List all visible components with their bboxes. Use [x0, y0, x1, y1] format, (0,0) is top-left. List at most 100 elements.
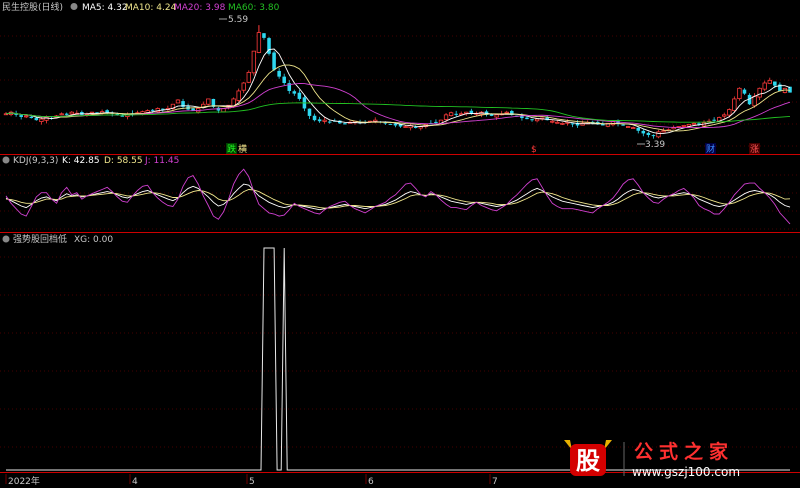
- low-price-annotation: 3.39: [645, 140, 665, 150]
- candle-body: [24, 115, 29, 118]
- candle-body: [388, 123, 393, 125]
- candle-body: [762, 82, 767, 90]
- candle-body: [69, 111, 74, 115]
- marker-flat: 横: [238, 143, 247, 155]
- candle-body: [712, 119, 716, 121]
- candle-body: [727, 109, 732, 116]
- kdj-settings-icon[interactable]: [2, 156, 10, 164]
- candle-body: [251, 50, 257, 74]
- candle-body: [625, 126, 631, 128]
- price-panel-title: 民生控股(日线): [2, 1, 63, 13]
- candle-body: [621, 124, 625, 126]
- x-tick-7: 7: [492, 477, 498, 487]
- candle-body: [494, 114, 499, 118]
- candle-body: [59, 113, 64, 116]
- candle-body: [661, 130, 666, 133]
- candle-body: [34, 117, 39, 121]
- candle-body: [530, 119, 534, 121]
- candle-body: [651, 135, 656, 137]
- candle-body: [434, 121, 438, 123]
- candle-body: [555, 121, 560, 124]
- candle-body: [691, 122, 697, 125]
- candle-body: [737, 87, 742, 100]
- candle-body: [297, 92, 302, 99]
- candle-body: [403, 126, 408, 128]
- marker-rise: 涨: [750, 144, 759, 155]
- candle-body: [241, 82, 246, 91]
- candle-body: [44, 116, 49, 121]
- x-tick-2022: 2022年: [8, 475, 40, 487]
- candle-body: [489, 114, 494, 116]
- ma60-label: MA60: 3.80: [228, 3, 280, 13]
- candle-body: [504, 111, 509, 114]
- candle-body: [19, 115, 23, 117]
- candle-body: [393, 123, 398, 126]
- candle-body: [454, 113, 458, 115]
- candle-body: [256, 32, 262, 53]
- marker-dollar: $: [531, 145, 537, 155]
- kdj-j-label: J: 11.45: [144, 156, 179, 166]
- watermark-url: www.gszj100.com: [632, 465, 740, 479]
- candle-body: [150, 109, 155, 111]
- candle-body: [773, 81, 777, 86]
- candle-body: [322, 119, 327, 122]
- candle-body: [262, 33, 266, 38]
- stock-chart: 民生控股(日线) MA5: 4.32 MA10: 4.24 MA20: 3.98…: [0, 0, 800, 488]
- candle-body: [120, 115, 125, 117]
- x-tick-6: 6: [368, 477, 374, 487]
- kdj-k-label: K: 42.85: [62, 156, 100, 166]
- kdj-title: KDJ(9,3,3): [13, 156, 58, 166]
- ma5-label: MA5: 4.32: [82, 3, 128, 13]
- candle-body: [413, 126, 418, 128]
- price-settings-icon[interactable]: [70, 3, 78, 10]
- candle-body: [443, 114, 449, 120]
- candle-body: [282, 76, 286, 83]
- candle-body: [550, 120, 555, 123]
- candle-body: [681, 125, 686, 127]
- candle-body: [732, 98, 737, 111]
- marker-fall: 跌: [227, 144, 236, 155]
- candle-body: [448, 112, 454, 116]
- xg-settings-icon[interactable]: [2, 235, 10, 243]
- candle-body: [312, 115, 317, 121]
- ma10-label: MA10: 4.24: [125, 3, 177, 13]
- candle-body: [646, 132, 651, 136]
- ma20-label: MA20: 3.98: [174, 3, 226, 13]
- candle-body: [570, 123, 575, 125]
- candle-body: [636, 127, 641, 131]
- candle-body: [39, 118, 44, 122]
- candle-body: [292, 91, 297, 94]
- candle-body: [752, 95, 757, 107]
- candle-body: [560, 122, 565, 125]
- candle-body: [641, 130, 646, 134]
- candle-body: [206, 98, 211, 105]
- candle-body: [757, 87, 762, 98]
- candle-body: [246, 71, 251, 83]
- candle-body: [272, 52, 276, 70]
- candle-body: [327, 121, 332, 123]
- watermark-brand: 公式之家: [634, 440, 734, 463]
- candle-body: [343, 123, 347, 125]
- marker-wealth: 财: [706, 143, 715, 155]
- candle-body: [534, 118, 540, 122]
- candle-body: [742, 89, 747, 94]
- xg-title: 强势股回档低: [13, 233, 67, 245]
- candle-body: [64, 113, 69, 115]
- x-tick-4: 4: [132, 477, 138, 487]
- candle-body: [175, 99, 181, 104]
- candle-body: [631, 127, 636, 129]
- candle-body: [525, 117, 529, 120]
- xg-value-label: XG: 0.00: [74, 235, 113, 245]
- watermark: 股 公式之家 www.gszj100.com: [560, 436, 782, 482]
- candle-body: [520, 116, 524, 119]
- watermark-logo-char: 股: [576, 447, 600, 475]
- candle-body: [236, 90, 241, 101]
- candle-body: [317, 119, 322, 122]
- watermark-logo: 股 公式之家 www.gszj100.com: [564, 440, 740, 479]
- candle-body: [686, 124, 692, 127]
- kdj-d-label: D: 58.55: [104, 156, 143, 166]
- high-price-annotation: 5.59: [228, 15, 248, 25]
- x-tick-5: 5: [249, 477, 255, 487]
- candle-body: [277, 70, 281, 77]
- candle-body: [722, 114, 727, 117]
